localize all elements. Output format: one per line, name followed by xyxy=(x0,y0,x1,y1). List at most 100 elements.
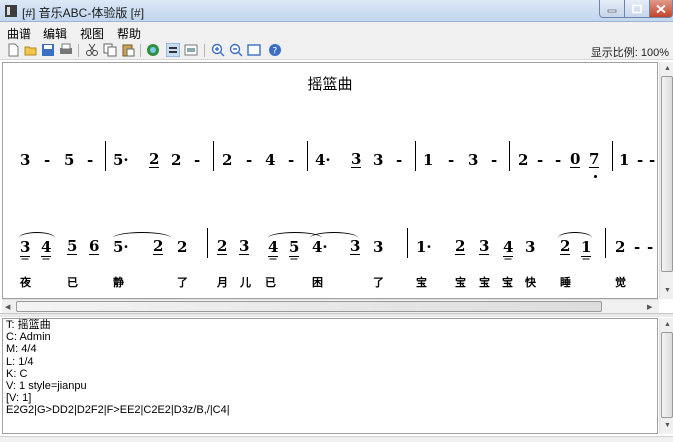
note: 2 xyxy=(560,237,571,255)
note: 4 xyxy=(265,151,276,169)
menu-score[interactable]: 曲谱 xyxy=(7,25,31,42)
score-horizontal-scrollbar[interactable]: ◀ ▶ xyxy=(2,299,659,313)
editor-line: T: 摇篮曲 xyxy=(6,319,51,331)
scroll-thumb[interactable] xyxy=(16,301,602,312)
note: 1 xyxy=(423,151,434,169)
score-view[interactable]: 摇篮曲 3 - 5 - 5· 2 2 - 2 - 4 - 4· 3 3 - 1 … xyxy=(2,62,658,299)
note: 3 xyxy=(20,151,31,169)
lyric: 了 xyxy=(177,276,188,289)
note: 7 xyxy=(589,150,600,168)
note: 3 xyxy=(350,237,361,255)
scroll-thumb[interactable] xyxy=(661,76,673,272)
note: - xyxy=(246,151,253,169)
zoom-out-icon[interactable] xyxy=(229,43,243,57)
note: 6 xyxy=(89,237,100,255)
print-icon[interactable] xyxy=(59,43,73,57)
note: 2 xyxy=(153,237,164,255)
note: 5 xyxy=(67,237,78,255)
editor-line: V: 1 style=jianpu xyxy=(6,380,87,393)
pane-splitter[interactable] xyxy=(0,313,673,317)
note: 2 xyxy=(149,150,160,168)
score-vertical-scrollbar[interactable]: ▲ ▼ xyxy=(659,62,673,299)
toolbar: ? 显示比例: 100% xyxy=(0,41,673,60)
lyric: 了 xyxy=(373,276,384,289)
help-icon[interactable]: ? xyxy=(268,43,282,57)
note: 1 xyxy=(581,238,592,257)
toolbar-separator xyxy=(204,44,205,57)
note: 4 xyxy=(268,238,279,257)
note: - xyxy=(491,151,498,169)
scroll-right-arrow-icon[interactable]: ▶ xyxy=(647,303,652,311)
note: - xyxy=(537,151,544,169)
editor-vertical-scrollbar[interactable]: ▲ ▼ xyxy=(659,318,673,434)
editor-line: M: 4/4 xyxy=(6,343,37,356)
lyric: 宝 xyxy=(455,276,466,289)
minimize-button[interactable] xyxy=(599,0,625,18)
note: 5 xyxy=(289,238,300,257)
lyric: 宝 xyxy=(479,276,490,289)
scroll-left-arrow-icon[interactable]: ◀ xyxy=(5,303,10,311)
window-title: [#] 音乐ABC-体验版 [#] xyxy=(22,6,145,20)
layout-icon[interactable] xyxy=(184,43,198,57)
status-bar xyxy=(0,436,673,442)
lyric: 月 xyxy=(217,276,228,289)
note: 3 xyxy=(479,237,490,255)
scroll-down-arrow-icon[interactable]: ▼ xyxy=(664,287,671,294)
bar-line xyxy=(407,228,408,258)
note: 3 xyxy=(351,150,362,168)
note: - xyxy=(44,151,51,169)
scroll-down-arrow-icon[interactable]: ▼ xyxy=(664,422,671,429)
note: - xyxy=(288,151,295,169)
scroll-up-arrow-icon[interactable]: ▲ xyxy=(664,65,671,72)
globe-icon[interactable] xyxy=(146,43,160,57)
lyric: 困 xyxy=(312,276,323,289)
note: 3 xyxy=(239,237,250,255)
zoom-in-icon[interactable] xyxy=(211,43,225,57)
scroll-thumb[interactable] xyxy=(661,332,673,418)
bar-line xyxy=(207,228,208,258)
bar-line xyxy=(213,141,214,171)
note: - xyxy=(448,151,455,169)
note: 5· xyxy=(113,238,129,256)
save-icon[interactable] xyxy=(41,43,55,57)
bar-line xyxy=(415,141,416,171)
menu-bar: 曲谱 编辑 视图 帮助 xyxy=(0,22,673,41)
copy-icon[interactable] xyxy=(103,43,117,57)
note: - xyxy=(87,151,94,169)
note: - xyxy=(555,151,562,169)
note: 2 xyxy=(217,237,228,255)
abc-source-editor[interactable]: T: 摇篮曲 C: Admin M: 4/4 L: 1/4 K: C V: 1 … xyxy=(2,318,658,434)
bar-line xyxy=(605,228,606,258)
lyric: 觉 xyxy=(615,276,626,289)
open-folder-icon[interactable] xyxy=(24,43,38,57)
fit-page-icon[interactable] xyxy=(247,43,261,57)
note: 4 xyxy=(503,238,514,257)
toolbar-separator xyxy=(140,44,141,57)
scroll-up-arrow-icon[interactable]: ▲ xyxy=(664,321,671,328)
minimize-icon xyxy=(607,9,617,12)
lyric: 已 xyxy=(265,276,276,289)
maximize-icon xyxy=(632,4,642,13)
note: - xyxy=(634,238,641,256)
menu-edit[interactable]: 编辑 xyxy=(43,25,67,42)
close-button[interactable] xyxy=(650,0,673,18)
note: - xyxy=(396,151,403,169)
editor-line: L: 1/4 xyxy=(6,355,34,368)
note: 1 xyxy=(619,151,630,169)
bar-line xyxy=(307,141,308,171)
note: 2 xyxy=(171,151,182,169)
note: 5· xyxy=(113,151,129,169)
cut-icon[interactable] xyxy=(85,43,99,57)
app-icon xyxy=(5,5,17,17)
note: 0 xyxy=(570,150,581,168)
paste-icon[interactable] xyxy=(121,43,135,57)
new-file-icon[interactable] xyxy=(6,43,20,57)
lyric: 宝 xyxy=(502,276,513,289)
note: 4· xyxy=(312,238,328,256)
score-title: 摇篮曲 xyxy=(307,75,353,93)
note: 2 xyxy=(177,238,188,256)
menu-help[interactable]: 帮助 xyxy=(117,25,141,42)
view-mode-icon[interactable] xyxy=(166,43,180,57)
maximize-button[interactable] xyxy=(625,0,650,18)
menu-view[interactable]: 视图 xyxy=(80,25,104,42)
